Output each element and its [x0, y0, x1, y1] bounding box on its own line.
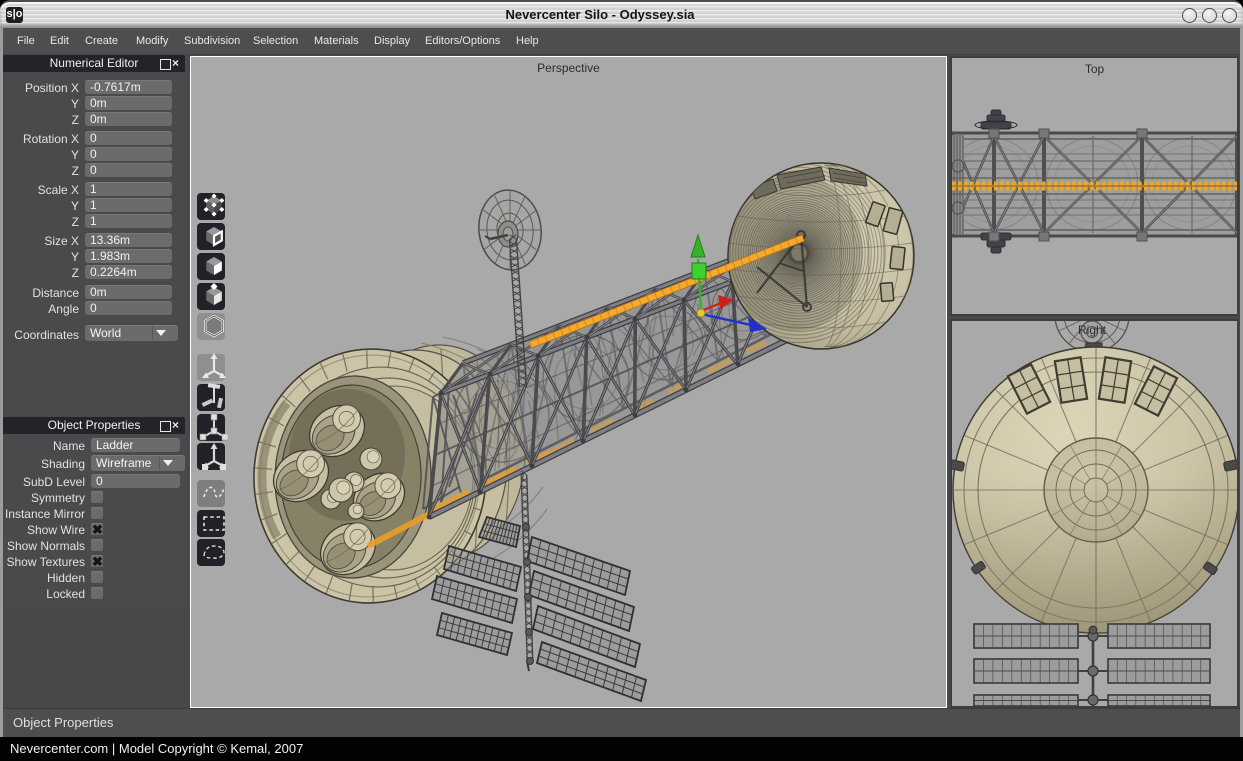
svg-text:Right: Right	[1078, 323, 1107, 337]
